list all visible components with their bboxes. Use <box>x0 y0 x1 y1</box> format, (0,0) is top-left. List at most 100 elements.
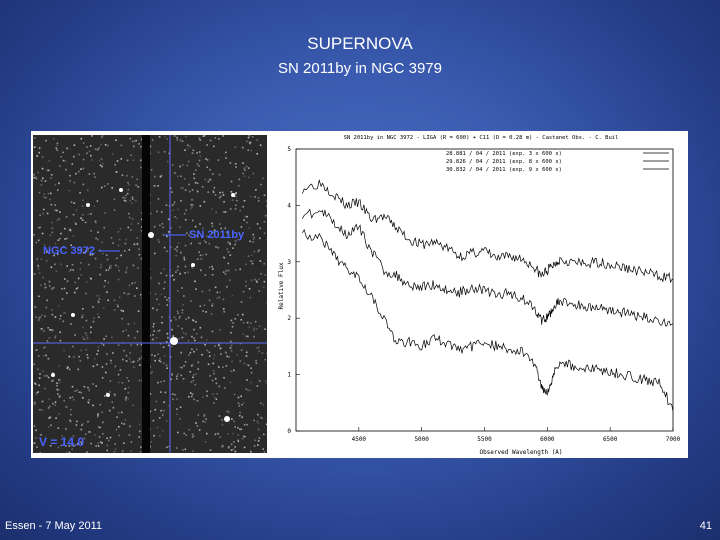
sky-noise-pixel <box>54 401 57 403</box>
sky-noise-pixel <box>175 250 178 252</box>
sky-noise-pixel <box>246 140 248 143</box>
sky-noise-pixel <box>184 219 187 221</box>
sky-noise-pixel <box>103 226 106 229</box>
sky-noise-pixel <box>232 322 234 324</box>
sky-noise-pixel <box>119 228 122 230</box>
sky-noise-pixel <box>166 304 168 306</box>
sky-noise-pixel <box>179 140 182 142</box>
sky-noise-pixel <box>249 296 252 299</box>
sky-noise-pixel <box>167 344 170 347</box>
sky-noise-pixel <box>155 400 158 403</box>
sky-noise-pixel <box>173 316 176 319</box>
sky-noise-pixel <box>239 428 241 430</box>
sky-noise-pixel <box>57 393 59 395</box>
chart-series-group <box>301 178 674 412</box>
sky-noise-pixel <box>34 306 37 308</box>
sky-noise-pixel <box>224 387 226 389</box>
sky-noise-pixel <box>196 425 199 427</box>
sky-noise-pixel <box>139 364 141 366</box>
sky-noise-pixel <box>263 280 266 283</box>
sky-noise-pixel <box>247 167 250 169</box>
sky-noise-pixel <box>66 280 69 282</box>
sky-noise-pixel <box>79 359 82 362</box>
star-point <box>224 416 230 422</box>
sky-noise-pixel <box>100 158 103 160</box>
sky-noise-pixel <box>84 221 87 224</box>
sky-noise-pixel <box>173 201 176 203</box>
sky-noise-pixel <box>93 357 96 360</box>
sky-noise-pixel <box>95 237 97 240</box>
sky-noise-pixel <box>166 420 168 422</box>
sky-noise-pixel <box>70 413 72 416</box>
x-tick-label: 5500 <box>477 436 492 443</box>
sky-noise-pixel <box>166 138 168 140</box>
sky-noise-pixel <box>96 200 99 202</box>
sky-noise-pixel <box>100 144 102 146</box>
sky-noise-pixel <box>128 249 131 251</box>
sky-noise-pixel <box>242 333 244 335</box>
sky-noise-pixel <box>187 147 189 150</box>
sky-noise-pixel <box>74 390 76 392</box>
sky-noise-pixel <box>230 191 233 193</box>
sky-noise-pixel <box>81 336 84 338</box>
sky-noise-pixel <box>173 203 175 205</box>
sky-noise-pixel <box>139 159 142 162</box>
sky-noise-pixel <box>39 408 41 411</box>
sky-noise-pixel <box>252 241 254 243</box>
sky-noise-pixel <box>248 135 250 137</box>
sky-noise-pixel <box>106 437 108 440</box>
sky-noise-pixel <box>211 222 213 225</box>
sky-noise-pixel <box>138 248 140 250</box>
sky-noise-pixel <box>232 432 234 435</box>
plot-frame <box>295 148 674 432</box>
sky-noise-pixel <box>80 349 82 352</box>
sky-noise-pixel <box>87 420 89 423</box>
sky-noise-pixel <box>173 278 175 281</box>
sky-noise-pixel <box>71 345 74 348</box>
sky-noise-pixel <box>71 396 74 398</box>
sky-noise-pixel <box>249 389 251 392</box>
sky-noise-pixel <box>160 381 162 383</box>
sky-noise-pixel <box>82 326 84 329</box>
sky-noise-pixel <box>33 273 36 275</box>
sky-noise-pixel <box>262 177 264 180</box>
sky-noise-pixel <box>255 280 258 282</box>
sky-noise-pixel <box>127 391 130 394</box>
sky-noise-pixel <box>33 403 36 406</box>
legend-entry-1: 28.881 / 04 / 2011 (exp. 3 x 600 s) <box>446 151 562 157</box>
sky-noise-pixel <box>240 349 243 351</box>
sky-noise-pixel <box>227 241 230 244</box>
sky-noise-pixel <box>166 336 169 339</box>
sky-noise-pixel <box>37 171 39 174</box>
sky-noise-pixel <box>138 358 141 360</box>
sky-noise-pixel <box>221 446 224 448</box>
sky-noise-pixel <box>231 199 234 201</box>
chart-title: SN 2011by in NGC 3972 - LIGA (R = 600) +… <box>344 135 619 141</box>
sky-noise-pixel <box>191 348 193 351</box>
sky-noise-pixel <box>215 382 218 385</box>
sky-noise-pixel <box>151 139 154 141</box>
y-tick-label: 0 <box>287 428 291 435</box>
sky-noise-pixel <box>125 329 127 331</box>
sky-noise-pixel <box>209 355 211 357</box>
sky-noise-pixel <box>259 237 261 240</box>
sky-noise-pixel <box>186 164 188 167</box>
sky-noise-pixel <box>237 396 240 399</box>
sky-noise-pixel <box>136 287 138 289</box>
sky-noise-pixel <box>198 151 201 153</box>
sky-noise-pixel <box>125 396 128 399</box>
sky-noise-pixel <box>59 331 61 334</box>
sky-noise-pixel <box>99 266 102 269</box>
sky-noise-pixel <box>215 246 217 248</box>
sky-noise-pixel <box>37 368 39 371</box>
sky-noise-pixel <box>176 398 178 400</box>
sky-noise-pixel <box>237 427 239 429</box>
sky-noise-pixel <box>254 320 257 323</box>
sky-noise-pixel <box>42 347 45 349</box>
sky-noise-pixel <box>87 386 89 389</box>
sky-noise-pixel <box>38 355 40 357</box>
sky-noise-pixel <box>115 428 118 431</box>
sky-noise-pixel <box>136 343 139 346</box>
sky-noise-pixel <box>168 297 170 299</box>
sky-noise-pixel <box>131 198 134 200</box>
